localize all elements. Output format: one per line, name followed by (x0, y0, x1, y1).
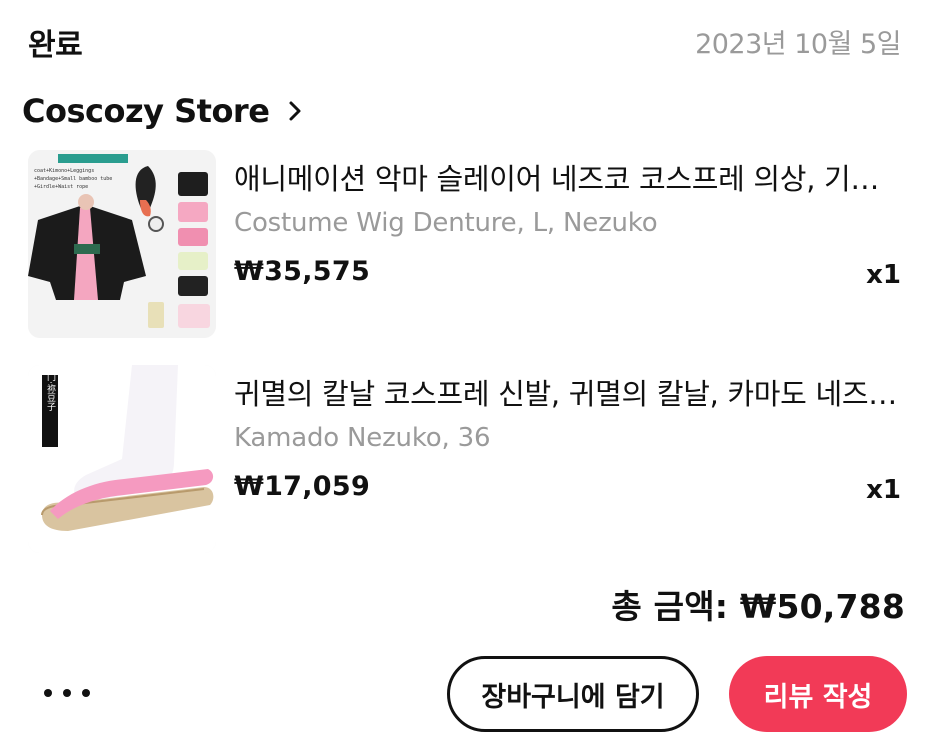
item-title[interactable]: 애니메이션 악마 슬레이어 네즈코 코스프레 의상, 기모노 세트 (234, 156, 898, 198)
item-quantity: x1 (866, 260, 901, 290)
thumb-label: 灶门·祢豆子 (45, 365, 56, 411)
add-to-cart-button[interactable]: 장바구니에 담기 (447, 656, 699, 732)
item-sku: Kamado Nezuko, 36 (234, 423, 491, 453)
order-total: 총 금액: ₩50,788 (611, 587, 905, 626)
item-quantity: x1 (866, 475, 901, 505)
order-date: 2023년 10월 5일 (695, 29, 901, 60)
thumb-caption-3: +Girdle+Waist rope (34, 184, 88, 190)
store-name: Coscozy Store (22, 92, 270, 130)
product-image-costume[interactable]: coat+Kimono+Leggings +Bandage+Small bamb… (28, 150, 216, 338)
item-title[interactable]: 귀멸의 칼날 코스프레 신발, 귀멸의 칼날, 카마도 네즈코 나막신 (234, 371, 898, 413)
order-status: 완료 (28, 28, 83, 63)
write-review-button[interactable]: 리뷰 작성 (729, 656, 907, 732)
item-price: ₩35,575 (234, 256, 371, 287)
thumb-caption-1: coat+Kimono+Leggings (34, 168, 94, 174)
item-sku: Costume Wig Denture, L, Nezuko (234, 208, 658, 238)
dot (82, 689, 90, 697)
item-price: ₩17,059 (234, 471, 371, 502)
costume-image: coat+Kimono+Leggings +Bandage+Small bamb… (28, 150, 216, 338)
chevron-right-icon (289, 101, 301, 121)
store-link[interactable]: Coscozy Store (22, 92, 307, 130)
sandals-image: 灶门·祢豆子 (28, 365, 216, 553)
thumb-caption-2: +Bandage+Small bamboo tube (34, 176, 112, 182)
dot (44, 689, 52, 697)
more-dots-icon[interactable] (44, 684, 90, 702)
dot (63, 689, 71, 697)
product-image-sandals[interactable]: 灶门·祢豆子 (28, 365, 216, 553)
